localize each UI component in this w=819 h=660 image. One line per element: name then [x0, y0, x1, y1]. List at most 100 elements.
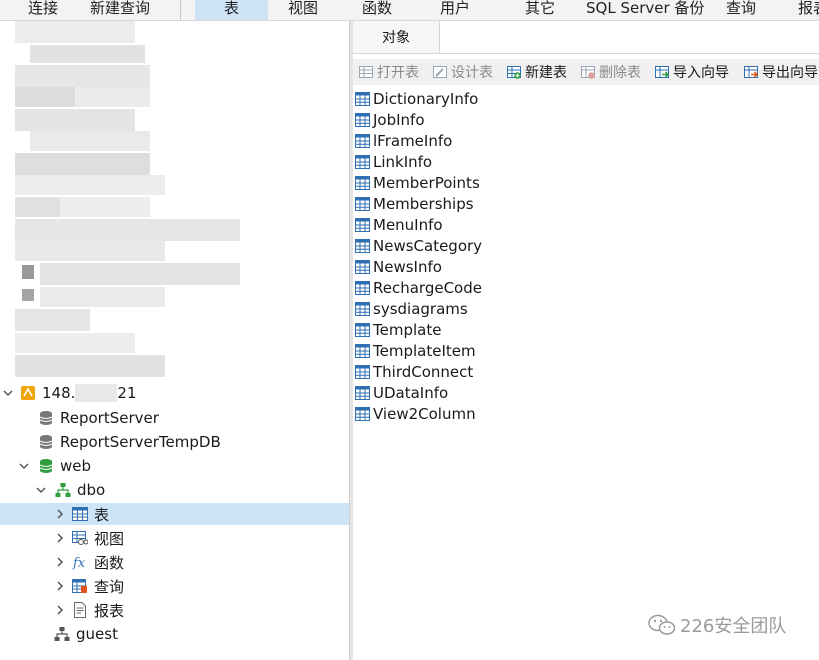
chevron-down-icon[interactable] — [18, 460, 30, 472]
table-icon — [355, 344, 370, 358]
open-table-icon — [359, 66, 373, 78]
table-item[interactable]: MenuInfo — [355, 215, 443, 235]
table-name: LinkInfo — [373, 153, 433, 171]
top-menu-bar: 连接 新建查询 表 视图 函数 用户 其它 SQL Server 备份 查询 报… — [0, 0, 819, 21]
tree-node-label: 表 — [94, 505, 110, 524]
view-icon — [72, 530, 89, 546]
table-item[interactable]: DictionaryInfo — [355, 89, 478, 109]
table-item[interactable]: UDataInfo — [355, 383, 448, 403]
table-name: ThirdConnect — [373, 363, 474, 381]
design-table-label: 设计表 — [451, 65, 493, 81]
table-icon — [355, 176, 370, 190]
table-item[interactable]: Template — [355, 320, 441, 340]
chevron-right-icon[interactable] — [54, 580, 66, 592]
tree-node-dbo[interactable]: dbo — [35, 479, 105, 501]
menu-others[interactable]: 其它 — [525, 0, 555, 18]
table-item[interactable]: lFrameInfo — [355, 131, 452, 151]
tree-node-label: ReportServerTempDB — [60, 433, 221, 451]
table-name: TemplateItem — [373, 342, 476, 360]
tree-node-guest[interactable]: guest — [54, 623, 118, 645]
server-node[interactable]: 148. 21 — [0, 382, 137, 404]
delete-table-icon — [581, 66, 595, 79]
menu-views[interactable]: 视图 — [288, 0, 318, 18]
chevron-down-icon[interactable] — [2, 387, 14, 399]
tree-node-label: 查询 — [94, 577, 125, 596]
tree-node-label: web — [60, 457, 92, 475]
table-item[interactable]: ThirdConnect — [355, 362, 473, 382]
tree-node-queries[interactable]: 查询 — [0, 575, 124, 597]
menu-functions[interactable]: 函数 — [362, 0, 392, 18]
database-icon — [38, 458, 54, 474]
tree-node-label: 报表 — [94, 601, 125, 620]
table-icon — [355, 281, 370, 295]
query-icon — [72, 578, 88, 594]
export-wizard-label: 导出向导 — [762, 65, 818, 81]
table-icon — [355, 323, 370, 337]
design-table-icon — [433, 66, 447, 78]
tab-objects-label: 对象 — [382, 30, 410, 46]
export-wizard-button[interactable]: 导出向导 — [744, 62, 818, 82]
tree-node-reportserver[interactable]: ReportServer — [38, 407, 159, 429]
function-icon: fx — [72, 554, 88, 571]
table-name: NewsInfo — [373, 258, 442, 276]
table-item[interactable]: sysdiagrams — [355, 299, 468, 319]
server-label-suffix: 21 — [117, 384, 137, 402]
table-name: View2Column — [373, 405, 476, 423]
tree-node-views[interactable]: 视图 — [0, 527, 124, 549]
tree-node-label: 视图 — [94, 529, 125, 548]
delete-table-label: 删除表 — [599, 65, 641, 81]
tree-node-reports[interactable]: 报表 — [0, 599, 124, 621]
chevron-right-icon[interactable] — [54, 604, 66, 616]
table-icon — [355, 302, 370, 316]
table-item[interactable]: View2Column — [355, 404, 476, 424]
new-table-icon — [507, 66, 521, 79]
design-table-button[interactable]: 设计表 — [433, 62, 493, 82]
object-pane: 对象 打开表 设计表 新建表 删除表 导入向导 导出向导 DictionaryI… — [353, 21, 819, 660]
menu-users[interactable]: 用户 — [440, 0, 470, 18]
new-table-label: 新建表 — [525, 65, 567, 81]
delete-table-button[interactable]: 删除表 — [581, 62, 641, 82]
object-toolbar: 打开表 设计表 新建表 删除表 导入向导 导出向导 — [353, 59, 819, 85]
menu-reports[interactable]: 报表 — [798, 0, 819, 18]
chevron-down-icon[interactable] — [35, 484, 47, 496]
table-name: lFrameInfo — [373, 132, 453, 150]
menu-connect[interactable]: 连接 — [28, 0, 58, 18]
tab-objects[interactable]: 对象 — [353, 21, 440, 53]
database-icon — [38, 410, 54, 426]
table-name: sysdiagrams — [373, 300, 468, 318]
import-wizard-button[interactable]: 导入向导 — [655, 62, 729, 82]
table-item[interactable]: Memberships — [355, 194, 474, 214]
table-item[interactable]: JobInfo — [355, 110, 425, 130]
tree-node-reportservertempdb[interactable]: ReportServerTempDB — [38, 431, 221, 453]
watermark: 226安全团队 — [648, 612, 786, 638]
menu-new-query[interactable]: 新建查询 — [90, 0, 150, 18]
table-icon — [355, 155, 370, 169]
table-icon — [355, 134, 370, 148]
new-table-button[interactable]: 新建表 — [507, 62, 567, 82]
table-item[interactable]: MemberPoints — [355, 173, 480, 193]
menu-sqlserver-backup[interactable]: SQL Server 备份 — [586, 0, 704, 18]
chevron-right-icon[interactable] — [54, 508, 66, 520]
tree-node-functions[interactable]: fx 函数 — [0, 551, 124, 573]
table-item[interactable]: NewsCategory — [355, 236, 482, 256]
table-icon — [72, 506, 88, 522]
table-item[interactable]: TemplateItem — [355, 341, 476, 361]
schema-icon — [54, 626, 70, 642]
menu-tables[interactable]: 表 — [195, 0, 268, 20]
table-item[interactable]: RechargeCode — [355, 278, 482, 298]
tree-node-tables[interactable]: 表 — [0, 503, 349, 525]
table-icon — [355, 92, 370, 106]
table-item[interactable]: NewsInfo — [355, 257, 442, 277]
open-table-button[interactable]: 打开表 — [359, 62, 419, 82]
tree-node-label: guest — [76, 625, 118, 643]
table-name: MenuInfo — [373, 216, 443, 234]
tree-node-label: 函数 — [94, 553, 125, 572]
table-item[interactable]: LinkInfo — [355, 152, 432, 172]
tree-node-web[interactable]: web — [18, 455, 91, 477]
chevron-right-icon[interactable] — [54, 556, 66, 568]
export-icon — [744, 66, 758, 78]
table-icon — [355, 260, 370, 274]
tree-node-label: ReportServer — [60, 409, 159, 427]
chevron-right-icon[interactable] — [54, 532, 66, 544]
menu-query[interactable]: 查询 — [726, 0, 756, 18]
